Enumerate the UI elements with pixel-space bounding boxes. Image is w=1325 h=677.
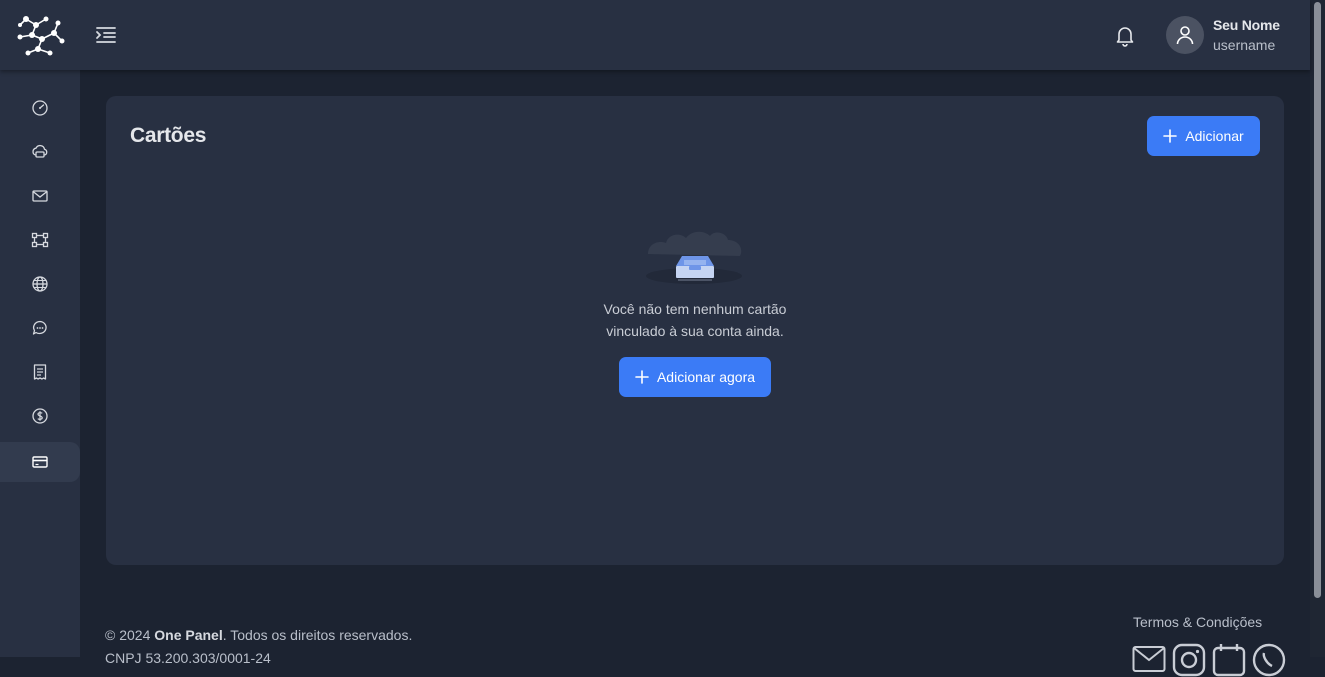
- cards-panel: Cartões Adicionar Você não tem nenhum ca…: [106, 96, 1284, 565]
- user-menu[interactable]: Seu Nome username: [1166, 14, 1280, 56]
- sidebar-item-invoices[interactable]: [0, 352, 80, 392]
- terms-link[interactable]: Termos & Condições: [1133, 614, 1262, 630]
- add-card-now-button[interactable]: Adicionar agora: [619, 357, 771, 397]
- sidebar-item-support[interactable]: [0, 308, 80, 348]
- sidebar: [0, 70, 80, 657]
- whatsapp-icon[interactable]: [1252, 643, 1286, 677]
- avatar: [1166, 16, 1204, 54]
- user-name: Seu Nome: [1213, 17, 1280, 33]
- logo-icon[interactable]: [12, 11, 68, 59]
- copyright-prefix: © 2024: [105, 627, 155, 643]
- vector-square-icon: [31, 232, 49, 248]
- empty-inbox-icon: [646, 231, 742, 284]
- add-card-label: Adicionar: [1185, 128, 1244, 144]
- footer-cnpj: CNPJ 53.200.303/0001-24: [105, 650, 271, 666]
- brand-name: One Panel: [154, 627, 223, 643]
- invoice-icon: [33, 364, 47, 380]
- add-card-button[interactable]: Adicionar: [1147, 116, 1260, 156]
- empty-state-message: Você não tem nenhum cartão vinculado à s…: [565, 298, 825, 342]
- user-icon: [1176, 26, 1194, 45]
- instagram-icon[interactable]: [1172, 643, 1206, 677]
- scrollbar[interactable]: [1310, 0, 1325, 657]
- sidebar-item-cloud-server[interactable]: [0, 132, 80, 172]
- page-title: Cartões: [130, 124, 207, 147]
- dollar-icon: [32, 408, 48, 424]
- sidebar-item-dashboard[interactable]: [0, 88, 80, 128]
- copyright-suffix: . Todos os direitos reservados.: [222, 627, 413, 643]
- sidebar-item-billing[interactable]: [0, 396, 80, 436]
- user-handle: username: [1213, 37, 1276, 53]
- menu-toggle-icon[interactable]: [93, 23, 119, 47]
- globe-icon: [32, 276, 48, 292]
- notification-bell-icon[interactable]: [1113, 23, 1137, 47]
- plus-icon: [1163, 129, 1178, 143]
- cloud-server-icon: [32, 144, 48, 158]
- chat-icon: [32, 320, 47, 335]
- empty-state-line-1: Você não tem nenhum cartão: [603, 301, 787, 317]
- sidebar-item-vectors[interactable]: [0, 220, 80, 260]
- footer-copyright: © 2024 One Panel. Todos os direitos rese…: [105, 627, 412, 643]
- sidebar-item-cards[interactable]: [0, 442, 80, 482]
- mail-icon[interactable]: [1132, 643, 1166, 677]
- dashboard-icon: [32, 100, 48, 116]
- add-card-now-label: Adicionar agora: [656, 369, 756, 385]
- credit-card-icon: [32, 456, 48, 468]
- sidebar-item-domains[interactable]: [0, 264, 80, 304]
- mail-icon: [32, 190, 48, 202]
- top-bar: Seu Nome username: [0, 0, 1310, 70]
- sidebar-item-email[interactable]: [0, 176, 80, 216]
- calendar-icon[interactable]: [1212, 643, 1246, 677]
- scrollbar-thumb[interactable]: [1314, 2, 1321, 598]
- empty-state-line-2: vinculado à sua conta ainda.: [606, 323, 784, 339]
- plus-icon: [635, 370, 649, 384]
